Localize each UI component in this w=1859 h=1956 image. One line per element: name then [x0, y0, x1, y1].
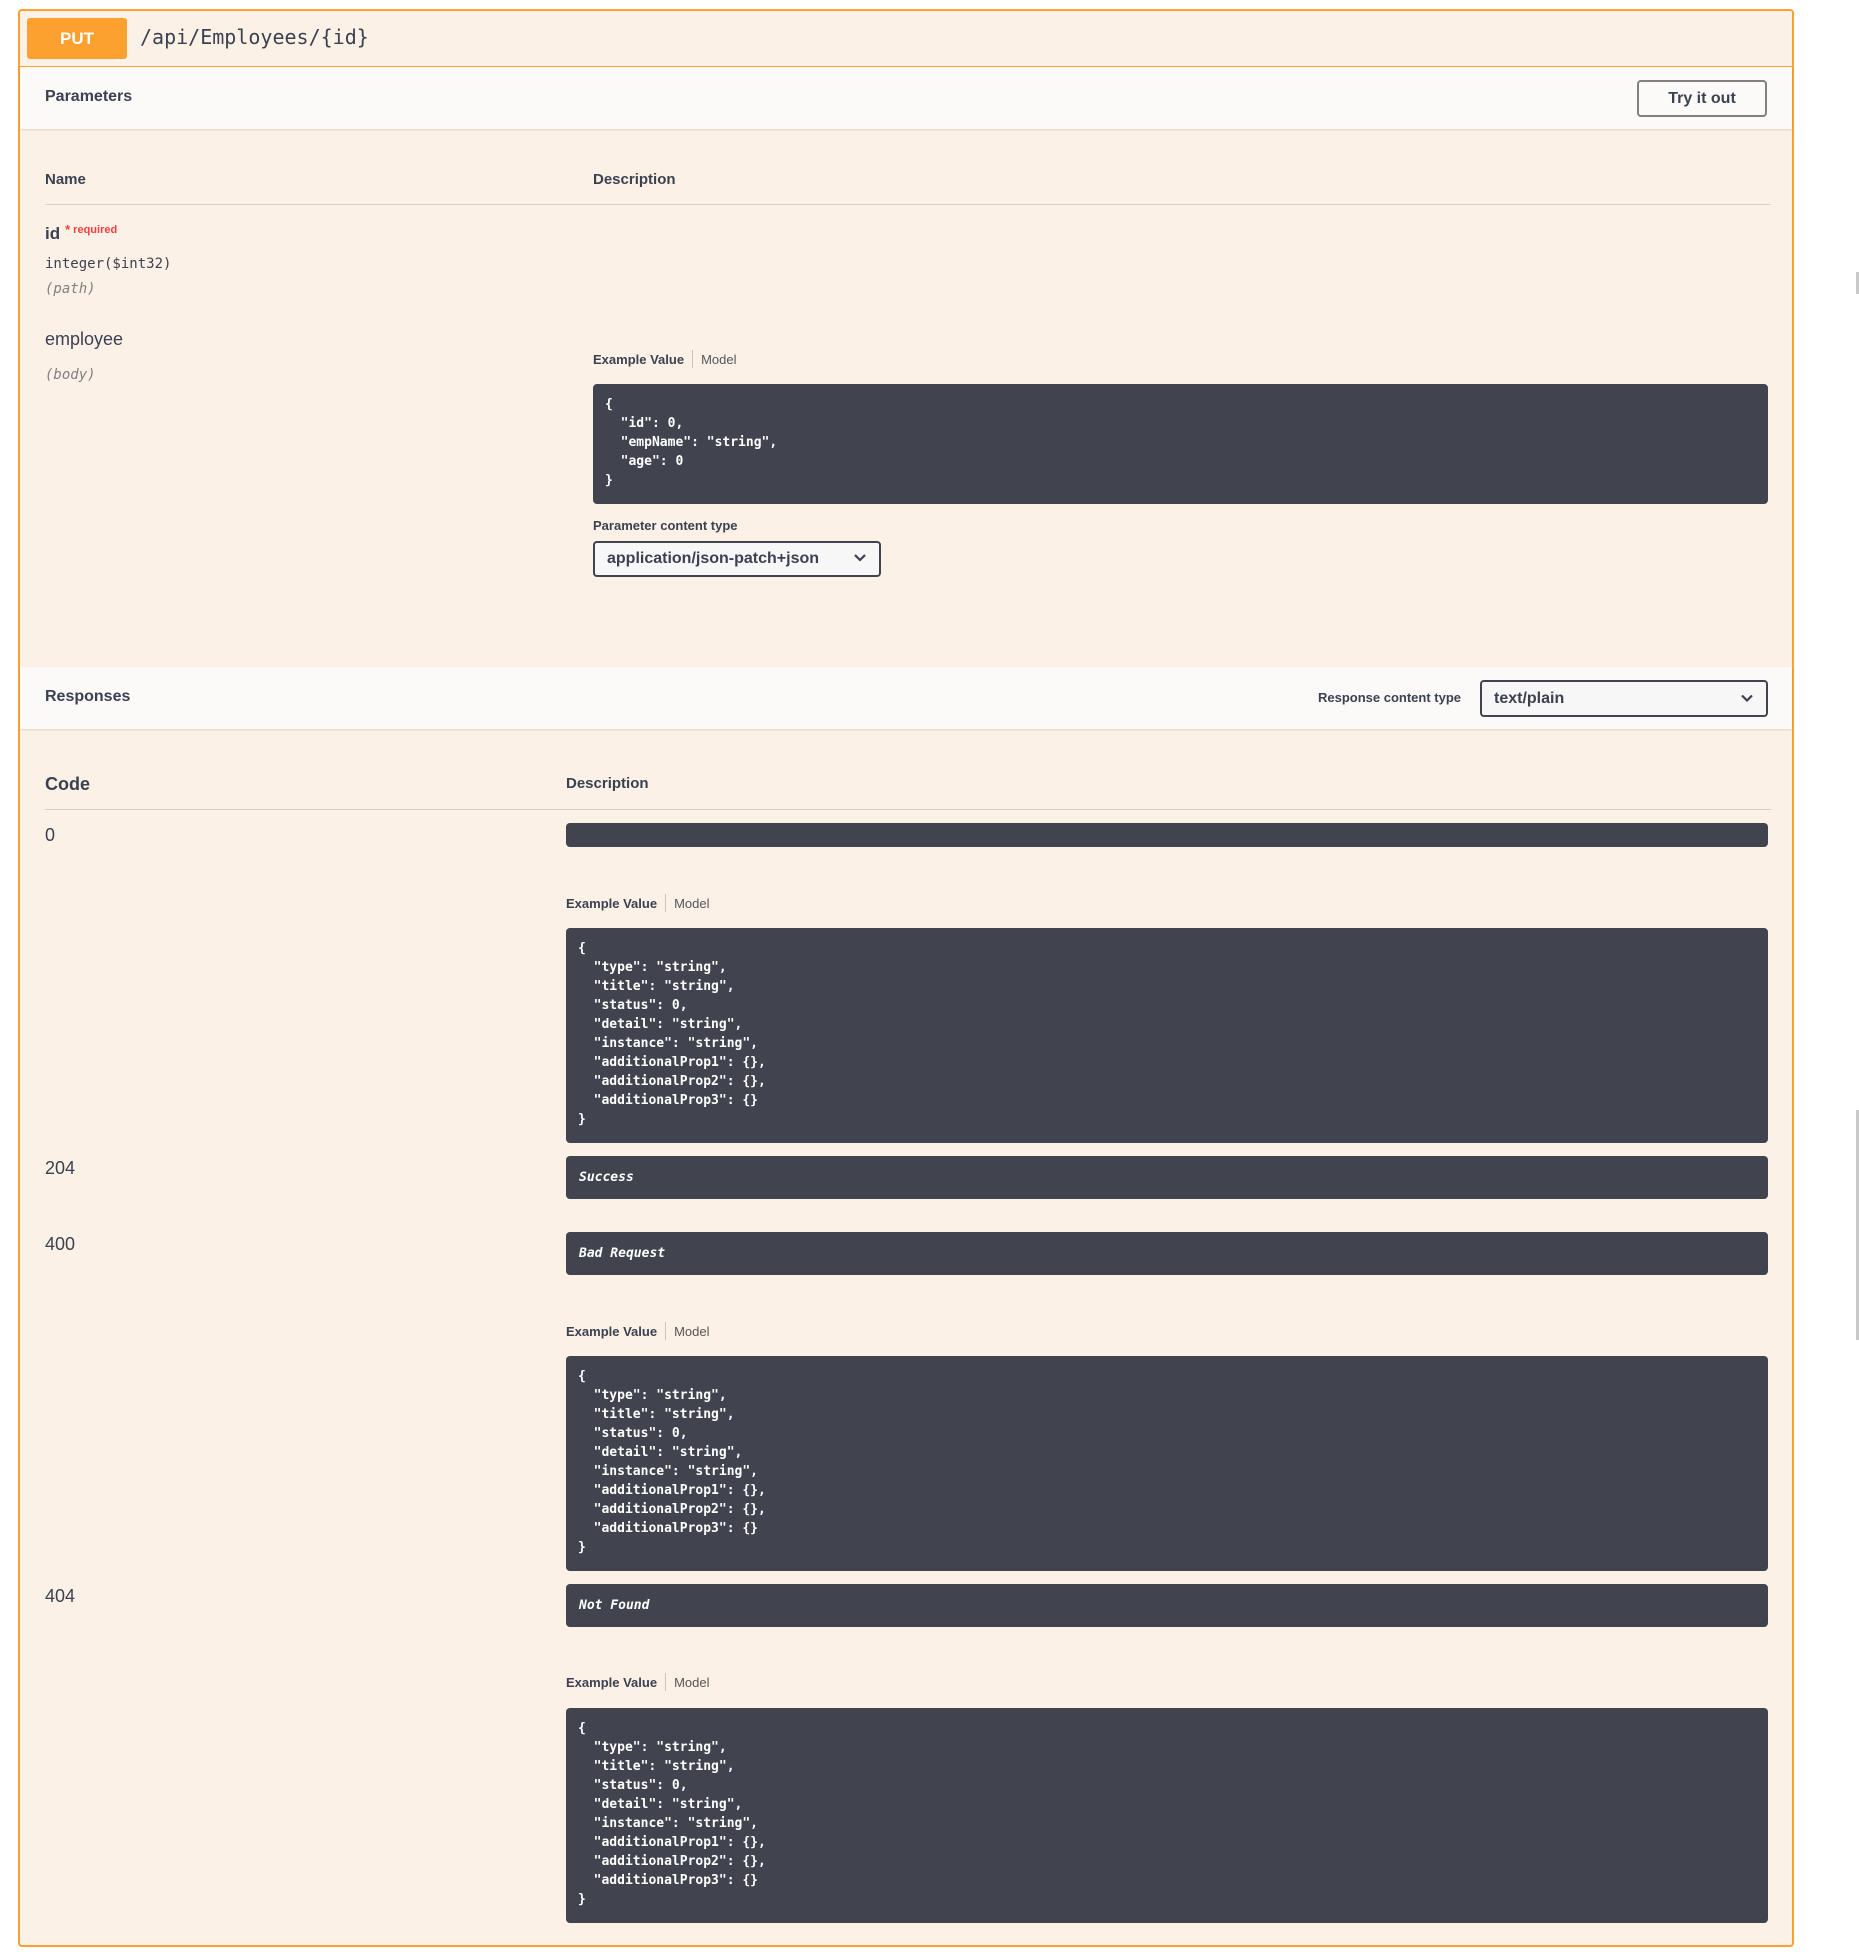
try-it-out-button[interactable]: Try it out [1637, 80, 1767, 117]
example-value-tab[interactable]: Example Value [566, 896, 657, 911]
parameter-content-type-select[interactable]: application/json-patch+json [593, 541, 881, 577]
parameters-col-name: Name [45, 171, 86, 188]
tab-divider [665, 894, 667, 912]
response-400-example: { "type": "string", "title": "string", "… [566, 1356, 1768, 1571]
required-star: * [65, 222, 71, 237]
param-employee-example: { "id": 0, "empName": "string", "age": 0… [593, 384, 1768, 504]
chevron-down-icon [1740, 682, 1754, 715]
responses-header-divider [45, 809, 1771, 810]
responses-col-code: Code [45, 774, 90, 794]
example-value-tab[interactable]: Example Value [566, 1324, 657, 1339]
parameters-header-divider [45, 204, 1771, 205]
response-content-type-select[interactable]: text/plain [1480, 680, 1768, 717]
response-404-example: { "type": "string", "title": "string", "… [566, 1708, 1768, 1923]
response-description: Not Found [566, 1584, 1768, 1627]
response-code: 204 [45, 1158, 76, 1178]
responses-heading: Responses [45, 688, 131, 705]
responses-header: Responses Response content type text/pla… [20, 667, 1792, 729]
response-code: 0 [45, 825, 56, 845]
response-description: Success [566, 1156, 1768, 1199]
response-0-example: { "type": "string", "title": "string", "… [566, 928, 1768, 1143]
operation-block: PUT /api/Employees/{id} Parameters Try i… [18, 9, 1794, 1947]
param-id-type: integer($int32) [45, 256, 172, 272]
parameters-col-description: Description [593, 171, 676, 188]
parameters-header: Parameters Try it out [20, 67, 1792, 129]
response-0-tabs: Example Value Model [566, 894, 709, 912]
model-tab[interactable]: Model [674, 1675, 709, 1690]
response-content-type-label: Response content type [1318, 690, 1462, 705]
param-id-label: id [45, 224, 61, 243]
model-tab[interactable]: Model [701, 352, 736, 367]
response-description: Bad Request [566, 1232, 1768, 1275]
tab-divider [665, 1322, 667, 1340]
operation-summary[interactable]: PUT /api/Employees/{id} [20, 11, 1792, 67]
tab-divider [692, 350, 694, 368]
response-code: 404 [45, 1586, 76, 1606]
response-400-tabs: Example Value Model [566, 1322, 709, 1340]
param-id-in: (path) [45, 281, 96, 297]
parameters-heading: Parameters [45, 88, 133, 105]
example-value-tab[interactable]: Example Value [566, 1675, 657, 1690]
param-employee-tabs: Example Value Model [593, 350, 736, 368]
parameter-content-type-value: application/json-patch+json [607, 550, 820, 567]
model-tab[interactable]: Model [674, 1324, 709, 1339]
param-employee-name: employee [45, 329, 124, 349]
parameter-content-type-label: Parameter content type [593, 518, 738, 533]
response-description [566, 823, 1768, 847]
tab-divider [665, 1673, 667, 1691]
method-badge: PUT [27, 18, 127, 59]
param-id-name: id * required [45, 222, 118, 244]
response-content-type-value: text/plain [1494, 690, 1565, 707]
param-employee-in: (body) [45, 367, 96, 383]
chevron-down-icon [853, 543, 867, 575]
example-value-tab[interactable]: Example Value [593, 352, 684, 367]
response-code: 400 [45, 1234, 76, 1254]
response-404-tabs: Example Value Model [566, 1673, 709, 1691]
operation-path: /api/Employees/{id} [140, 25, 369, 49]
model-tab[interactable]: Model [674, 896, 709, 911]
responses-col-description: Description [566, 775, 649, 792]
required-label: required [73, 224, 118, 236]
